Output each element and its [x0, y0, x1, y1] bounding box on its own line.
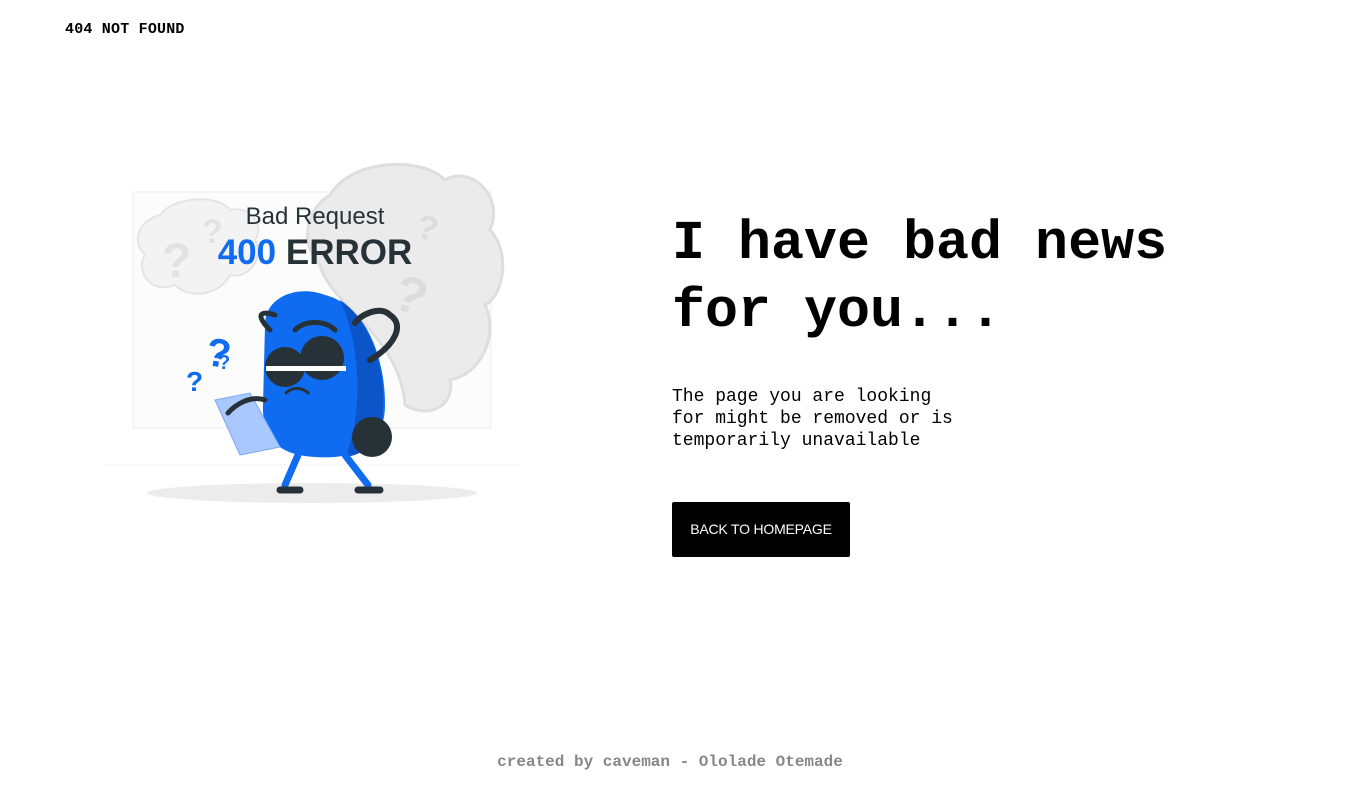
svg-text:?: ?	[218, 352, 230, 374]
illustration-error-code: 400	[217, 233, 277, 272]
illustration-caption-big: 400 ERROR	[100, 233, 530, 273]
ground-shadow	[147, 483, 477, 503]
error-illustration: ? ? ? ? ? ? ? Bad Request 400 ERROR	[100, 155, 530, 515]
back-to-homepage-button[interactable]: BACK TO HOMEPAGE	[672, 502, 850, 557]
error-message: The page you are looking for might be re…	[672, 387, 953, 451]
footer-credit: created by caveman - Ololade Otemade	[497, 753, 843, 771]
headline: I have bad news for you...	[672, 212, 1168, 343]
svg-text:?: ?	[186, 366, 203, 397]
brand-title: 404 NOT FOUND	[65, 21, 185, 38]
page: 404 NOT FOUND ? ? ? ? ? ? ? Bad Request …	[0, 0, 1363, 789]
message-panel: I have bad news for you... The page you …	[672, 210, 1292, 557]
illustration-caption-small: Bad Request	[245, 203, 385, 230]
illustration-error-word: ERROR	[285, 233, 413, 272]
